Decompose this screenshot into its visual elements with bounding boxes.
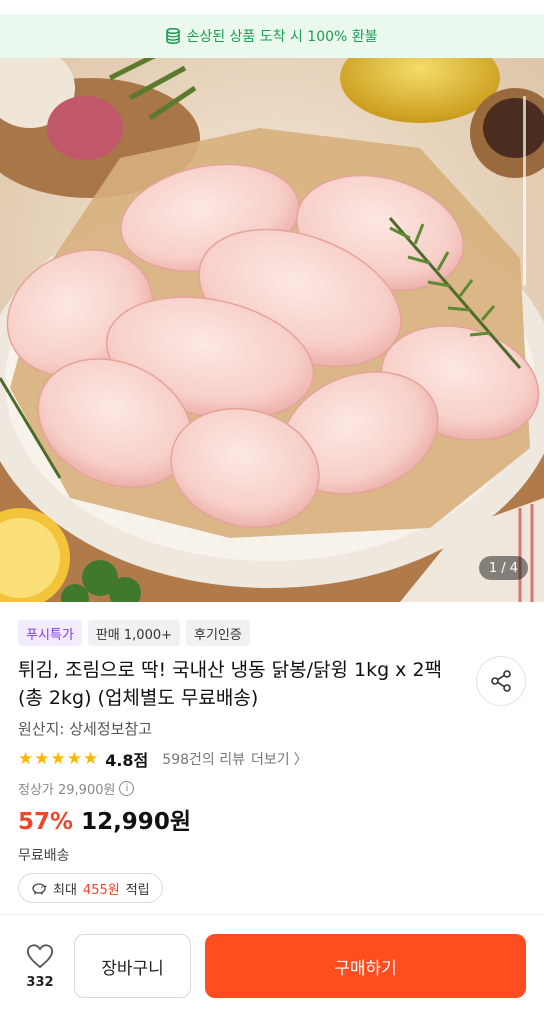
product-image-gallery[interactable]: 1 / 4 bbox=[0, 58, 544, 602]
image-counter: 1 / 4 bbox=[478, 556, 528, 580]
add-to-cart-button[interactable]: 장바구니 bbox=[74, 934, 191, 998]
discount-rate: 57% bbox=[18, 809, 74, 835]
bottom-action-bar: 332 장바구니 구매하기 bbox=[0, 915, 544, 1024]
star-rating-icon: ★★★★★ bbox=[18, 749, 100, 769]
banner-text: 손상된 상품 도착 시 100% 환불 bbox=[186, 29, 378, 45]
review-more-link[interactable]: 더보기 bbox=[251, 749, 290, 769]
like-count: 332 bbox=[26, 975, 54, 990]
product-badges: 푸시특가 판매 1,000+ 후기인증 bbox=[18, 620, 250, 646]
points-suffix: 적립 bbox=[125, 882, 150, 898]
coin-stack-icon bbox=[166, 28, 181, 44]
shipping-info: 무료배송 bbox=[18, 848, 70, 864]
badge-review-verified: 후기인증 bbox=[186, 620, 250, 646]
sale-price: 12,990원 bbox=[81, 809, 191, 835]
gallery-scroll-track[interactable] bbox=[523, 96, 526, 286]
like-button[interactable]: 332 bbox=[18, 943, 62, 990]
price-row: 57% 12,990원 bbox=[18, 802, 191, 836]
info-icon[interactable]: i bbox=[119, 781, 135, 796]
product-title: 튀김, 조림으로 딱! 국내산 냉동 닭봉/닭윙 1kg x 2팩 (총 2kg… bbox=[18, 659, 443, 709]
regular-price-text: 정상가 29,900원 bbox=[18, 783, 116, 798]
product-photo bbox=[0, 58, 544, 602]
rating-row[interactable]: ★★★★★ 4.8점 598건의 리뷰 더보기 〉 bbox=[18, 748, 308, 770]
share-icon bbox=[491, 670, 511, 692]
origin-info: 원산지: 상세정보참고 bbox=[18, 720, 153, 738]
heart-icon bbox=[26, 944, 54, 969]
chevron-right-icon: 〉 bbox=[293, 752, 308, 768]
regular-price: 정상가 29,900원 i bbox=[18, 779, 135, 798]
points-chip: 최대 455원 적립 bbox=[18, 873, 163, 903]
share-button[interactable] bbox=[476, 656, 526, 706]
review-count: 598건의 리뷰 bbox=[162, 752, 245, 768]
piggy-bank-icon bbox=[32, 883, 47, 895]
buy-now-button[interactable]: 구매하기 bbox=[205, 934, 526, 998]
badge-push-deal: 푸시특가 bbox=[18, 620, 82, 646]
refund-banner: 손상된 상품 도착 시 100% 환불 bbox=[0, 14, 544, 58]
badge-sales-count: 판매 1,000+ bbox=[87, 620, 181, 646]
rating-score: 4.8점 bbox=[105, 751, 149, 770]
points-amount: 455원 bbox=[82, 882, 120, 898]
points-prefix: 최대 bbox=[53, 882, 77, 898]
